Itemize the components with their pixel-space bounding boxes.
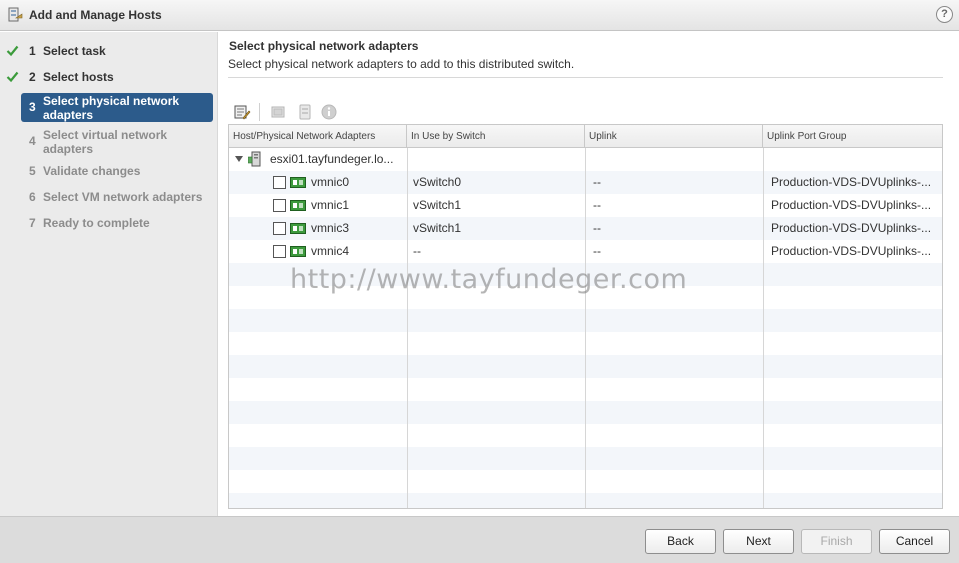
divider (228, 77, 943, 78)
step-number: 6 (29, 190, 36, 204)
step-number: 4 (29, 134, 36, 148)
uplink-value: -- (593, 221, 601, 235)
network-adapter-icon (290, 223, 306, 234)
cancel-button[interactable]: Cancel (879, 529, 950, 554)
host-server-icon (248, 151, 261, 167)
finish-button: Finish (801, 529, 872, 554)
row-checkbox[interactable] (273, 222, 286, 235)
network-adapter-icon (290, 177, 306, 188)
host-name: esxi01.tayfundeger.lo... (270, 152, 394, 166)
uplink-value: -- (593, 244, 601, 258)
adapters-table: Host/Physical Network Adapters In Use by… (228, 124, 943, 509)
network-adapter-icon (290, 200, 306, 211)
collapse-arrow-icon[interactable] (235, 156, 243, 162)
title-bar: Add and Manage Hosts ? (0, 0, 959, 31)
wizard-steps-sidebar: 1 Select task 2 Select hosts 3 Select ph… (0, 32, 218, 516)
row-checkbox[interactable] (273, 245, 286, 258)
info-icon (321, 104, 337, 120)
next-button[interactable]: Next (723, 529, 794, 554)
uplink-value: -- (593, 198, 601, 212)
step-label: Select VM network adapters (43, 190, 203, 204)
step-select-physical-adapters[interactable]: 3 Select physical network adapters (21, 93, 213, 122)
in-use-switch: vSwitch1 (413, 198, 462, 212)
step-label: Select task (43, 44, 106, 58)
uplink-port-group: Production-VDS-DVUplinks-... (771, 244, 932, 258)
main-content: Select physical network adapters Select … (219, 32, 959, 516)
adapter-name: vmnic3 (311, 221, 350, 235)
step-number: 1 (29, 44, 36, 58)
toolbar-divider (259, 103, 260, 121)
in-use-switch: -- (413, 244, 421, 258)
in-use-switch: vSwitch1 (413, 221, 462, 235)
adapter-name: vmnic0 (311, 175, 350, 189)
uplink-port-group: Production-VDS-DVUplinks-... (771, 175, 932, 189)
check-icon (6, 71, 19, 83)
table-header: Host/Physical Network Adapters In Use by… (229, 125, 942, 148)
column-header-switch[interactable]: In Use by Switch (407, 125, 585, 148)
step-number: 3 (29, 100, 36, 114)
help-icon[interactable]: ? (936, 6, 953, 23)
wizard-footer: Back Next Finish Cancel (0, 516, 959, 563)
step-label: Select hosts (43, 70, 114, 84)
uplink-port-group: Production-VDS-DVUplinks-... (771, 221, 932, 235)
column-divider (585, 148, 586, 508)
step-label: Select physical network adapters (43, 94, 180, 122)
table-body: esxi01.tayfundeger.lo... vmnic0 vSwitch0… (229, 148, 942, 508)
uplink-port-group: Production-VDS-DVUplinks-... (771, 198, 932, 212)
column-divider (407, 148, 408, 508)
column-header-adapters[interactable]: Host/Physical Network Adapters (229, 125, 407, 148)
adapter-name: vmnic1 (311, 198, 350, 212)
hosts-wizard-icon (8, 7, 23, 22)
window-title: Add and Manage Hosts (29, 8, 162, 22)
back-button[interactable]: Back (645, 529, 716, 554)
step-number: 2 (29, 70, 36, 84)
assign-uplink-icon[interactable] (233, 103, 251, 121)
uplink-value: -- (593, 175, 601, 189)
column-header-uplink[interactable]: Uplink (585, 125, 763, 148)
check-icon (6, 45, 19, 57)
column-divider (763, 148, 764, 508)
in-use-switch: vSwitch0 (413, 175, 462, 189)
unassign-icon (271, 106, 285, 118)
column-header-port-group[interactable]: Uplink Port Group (763, 125, 942, 148)
page-subtitle: Select physical network adapters to add … (228, 57, 575, 71)
step-label: Ready to complete (43, 216, 150, 230)
adapter-name: vmnic4 (311, 244, 350, 258)
page-title: Select physical network adapters (229, 39, 419, 53)
step-label: Validate changes (43, 164, 141, 178)
step-number: 5 (29, 164, 36, 178)
step-label: Select virtual network adapters (43, 128, 168, 156)
step-number: 7 (29, 216, 36, 230)
view-settings-icon (299, 104, 311, 120)
network-adapter-icon (290, 246, 306, 257)
row-checkbox[interactable] (273, 199, 286, 212)
row-checkbox[interactable] (273, 176, 286, 189)
